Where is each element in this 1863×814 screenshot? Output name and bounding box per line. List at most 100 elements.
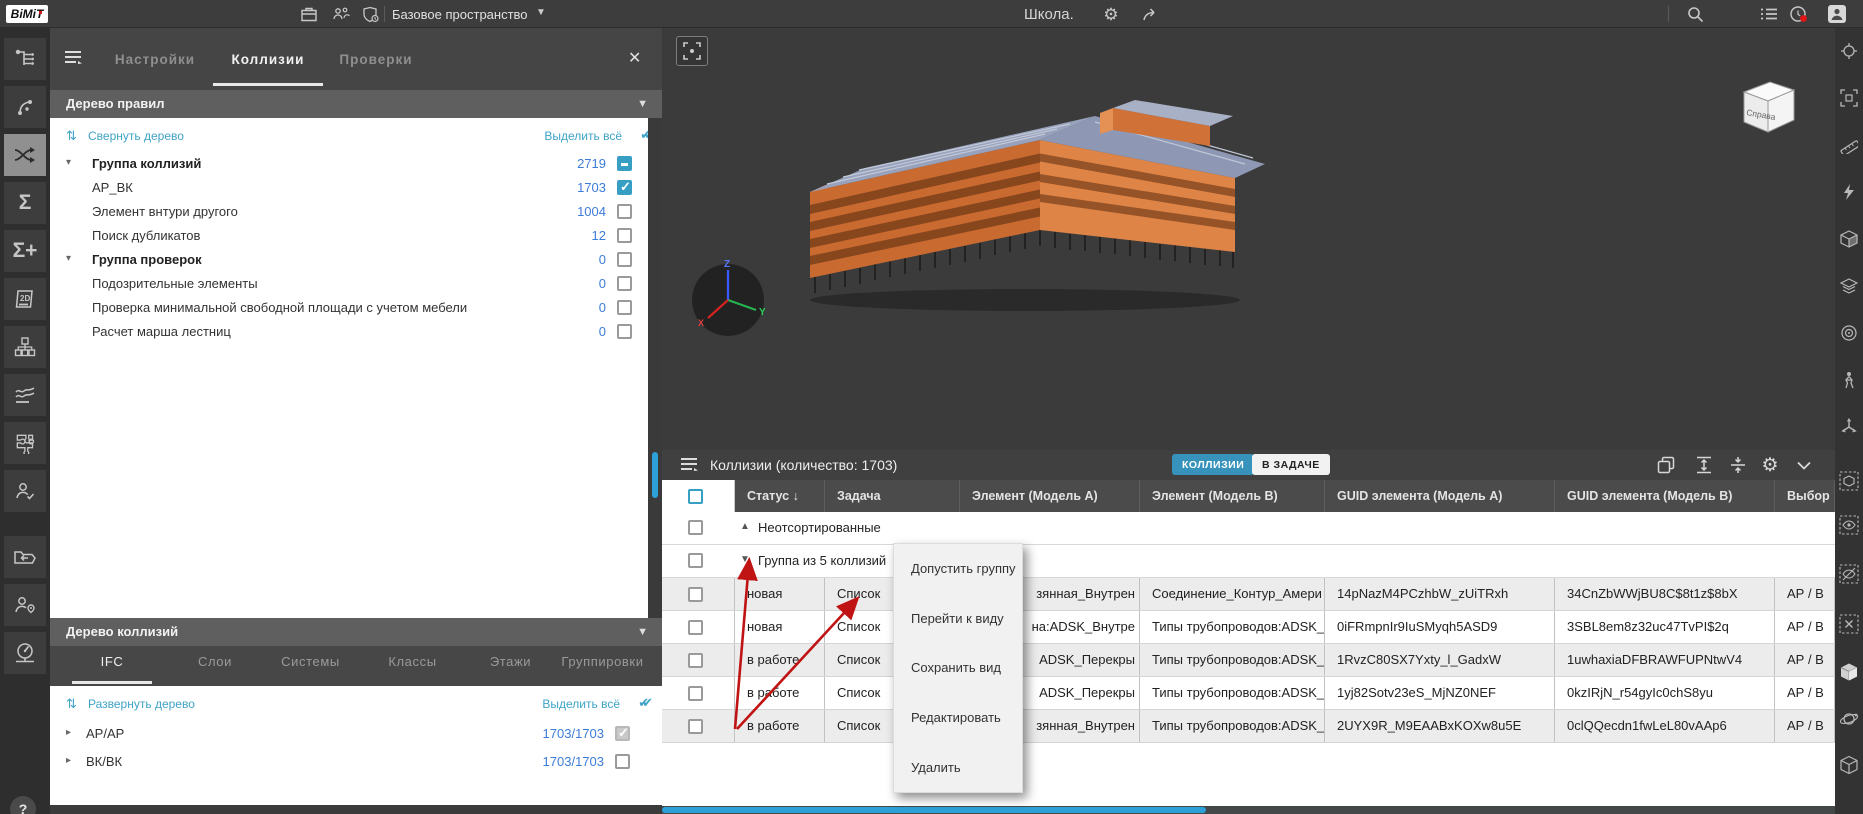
group-checkbox[interactable] [688,553,703,568]
tab-ifc[interactable]: IFC [72,654,152,684]
group-row-unsorted[interactable]: ▲ Неотсортированные [662,512,1835,545]
tree-row-suspicious[interactable]: Подозрительные элементы 0 [50,272,646,296]
col-task[interactable]: Задача [825,480,960,512]
walk-icon[interactable] [1838,369,1860,391]
user-location-icon[interactable] [4,584,46,626]
expand-tree-link[interactable]: Развернуть дерево [88,697,195,711]
row-checkbox-cell[interactable] [662,710,735,742]
select-all-rows-checkbox-cell[interactable] [662,480,735,512]
menu-item-delete[interactable]: Удалить [894,742,1022,792]
close-icon[interactable]: ✕ [628,48,641,68]
caret-right-icon[interactable]: ▸ [66,727,71,738]
col-select[interactable]: Выбор [1775,480,1835,512]
axis-gizmo[interactable]: Z Y X [688,258,768,342]
ghost-cube-icon[interactable] [1838,470,1860,492]
row-checkbox[interactable] [688,620,703,635]
measure-icon[interactable] [1838,134,1860,156]
row-checkbox[interactable] [617,180,632,195]
notifications-icon[interactable] [1788,4,1810,24]
select-all-link[interactable]: Выделить всё [544,129,622,143]
menu-item-edit[interactable]: Редактировать [894,693,1022,743]
viewport-frame-icon[interactable] [676,36,708,66]
row-checkbox[interactable] [617,204,632,219]
workspace-caret-icon[interactable]: ▼ [536,7,546,18]
table-row[interactable]: новая Список на:ADSK_Внутре Типы трубопр… [662,611,1835,644]
account-icon[interactable] [1826,4,1848,24]
row-checkbox[interactable] [617,276,632,291]
help-button[interactable]: ? [10,796,36,814]
gear-icon[interactable]: ⚙ [1100,4,1122,24]
trends-icon[interactable] [4,374,46,416]
select-all-link[interactable]: Выделить всё [542,697,620,711]
hide-selected-icon[interactable] [1838,563,1860,585]
navigation-cube[interactable]: Справа [1732,74,1802,140]
wire-cube-icon[interactable] [1838,754,1860,776]
tab-systems[interactable]: Системы [268,654,353,684]
menu-item-save-view[interactable]: Сохранить вид [894,643,1022,693]
sum-icon[interactable]: Σ [4,182,46,224]
table-row[interactable]: в работе Список зянная_Внутрен Типы труб… [662,710,1835,743]
row-checkbox[interactable] [617,324,632,339]
collisions-tree-collapse-caret-icon[interactable]: ▼ [637,618,648,646]
team-icon[interactable] [330,4,352,24]
tree-row-ar-ar[interactable]: ▸ АР/АР 1703/1703 [50,722,646,746]
model-tree-icon[interactable] [4,38,46,80]
collapse-rows-icon[interactable] [1726,455,1750,475]
tab-collisions[interactable]: Коллизии [213,52,323,86]
share-icon[interactable] [1140,4,1162,24]
menu-item-go-to-view[interactable]: Перейти к виду [894,594,1022,644]
row-checkbox-cell[interactable] [662,644,735,676]
clear-selection-icon[interactable] [1838,613,1860,635]
row-checkbox[interactable] [615,754,630,769]
row-checkbox[interactable] [617,228,632,243]
show-selected-icon[interactable] [1838,514,1860,536]
tab-floors[interactable]: Этажи [478,654,543,684]
table-hscroll-thumb[interactable] [662,807,1206,813]
collisions-mode-button[interactable]: КОЛЛИЗИИ [1172,454,1254,475]
orbit-icon[interactable] [1838,708,1860,730]
clash-lightning-icon[interactable] [1838,181,1860,203]
tab-settings[interactable]: Настройки [105,52,205,86]
row-checkbox-cell[interactable] [662,677,735,709]
row-checkbox[interactable] [617,300,632,315]
collapse-tree-link[interactable]: Свернуть дерево [88,129,184,143]
sheet-2d-icon[interactable]: 2D [4,278,46,320]
table-menu-icon[interactable] [680,457,702,475]
org-chart-icon[interactable] [4,326,46,368]
row-height-icon[interactable] [1692,455,1716,475]
panel-menu-icon[interactable] [64,50,86,68]
tab-groupings[interactable]: Группировки [550,654,655,684]
row-checkbox[interactable] [615,726,630,741]
caret-down-icon[interactable]: ▾ [66,253,71,264]
row-checkbox[interactable] [688,653,703,668]
tree-row-ar-vk[interactable]: АР_ВК 1703 [50,176,646,200]
menu-item-approve-group[interactable]: Допустить группу [894,544,1022,594]
copy-icon[interactable] [1654,455,1678,475]
collapse-panel-chevron-icon[interactable] [1792,455,1816,475]
group-row-five-collisions[interactable]: ▼ Группа из 5 коллизий [662,545,1835,578]
collapse-tree-icon[interactable]: ⇅ [66,128,77,144]
sort-desc-icon[interactable]: ↓ [793,489,799,503]
briefcase-icon[interactable] [298,4,320,24]
section-cube-icon[interactable] [1838,228,1860,250]
tree-row-duplicates[interactable]: Поиск дубликатов 12 [50,224,646,248]
row-checkbox[interactable] [617,156,632,171]
fit-box-icon[interactable] [1838,87,1860,109]
target-icon[interactable] [1838,322,1860,344]
tree-row-group-collisions[interactable]: ▾ Группа коллизий 2719 [50,152,646,176]
workspace-selector-label[interactable]: Базовое пространство [392,7,528,22]
select-all-icon[interactable]: ✔✔ [640,127,648,143]
col-element-b[interactable]: Элемент (Модель B) [1140,480,1325,512]
group-checkbox[interactable] [688,520,703,535]
tab-layers[interactable]: Слои [180,654,250,684]
caret-right-icon[interactable]: ▸ [66,755,71,766]
row-checkbox[interactable] [688,719,703,734]
group-caret-icon[interactable]: ▼ [740,554,750,565]
table-settings-gear-icon[interactable]: ⚙ [1758,455,1782,475]
folder-transfer-icon[interactable] [4,536,46,578]
tab-classes[interactable]: Классы [375,654,450,684]
table-row[interactable]: в работе Список ADSK_Перекры Типы трубоп… [662,644,1835,677]
layers-icon[interactable] [1838,275,1860,297]
in-task-mode-button[interactable]: В ЗАДАЧЕ [1252,454,1330,475]
tree-row-group-checks[interactable]: ▾ Группа проверок 0 [50,248,646,272]
